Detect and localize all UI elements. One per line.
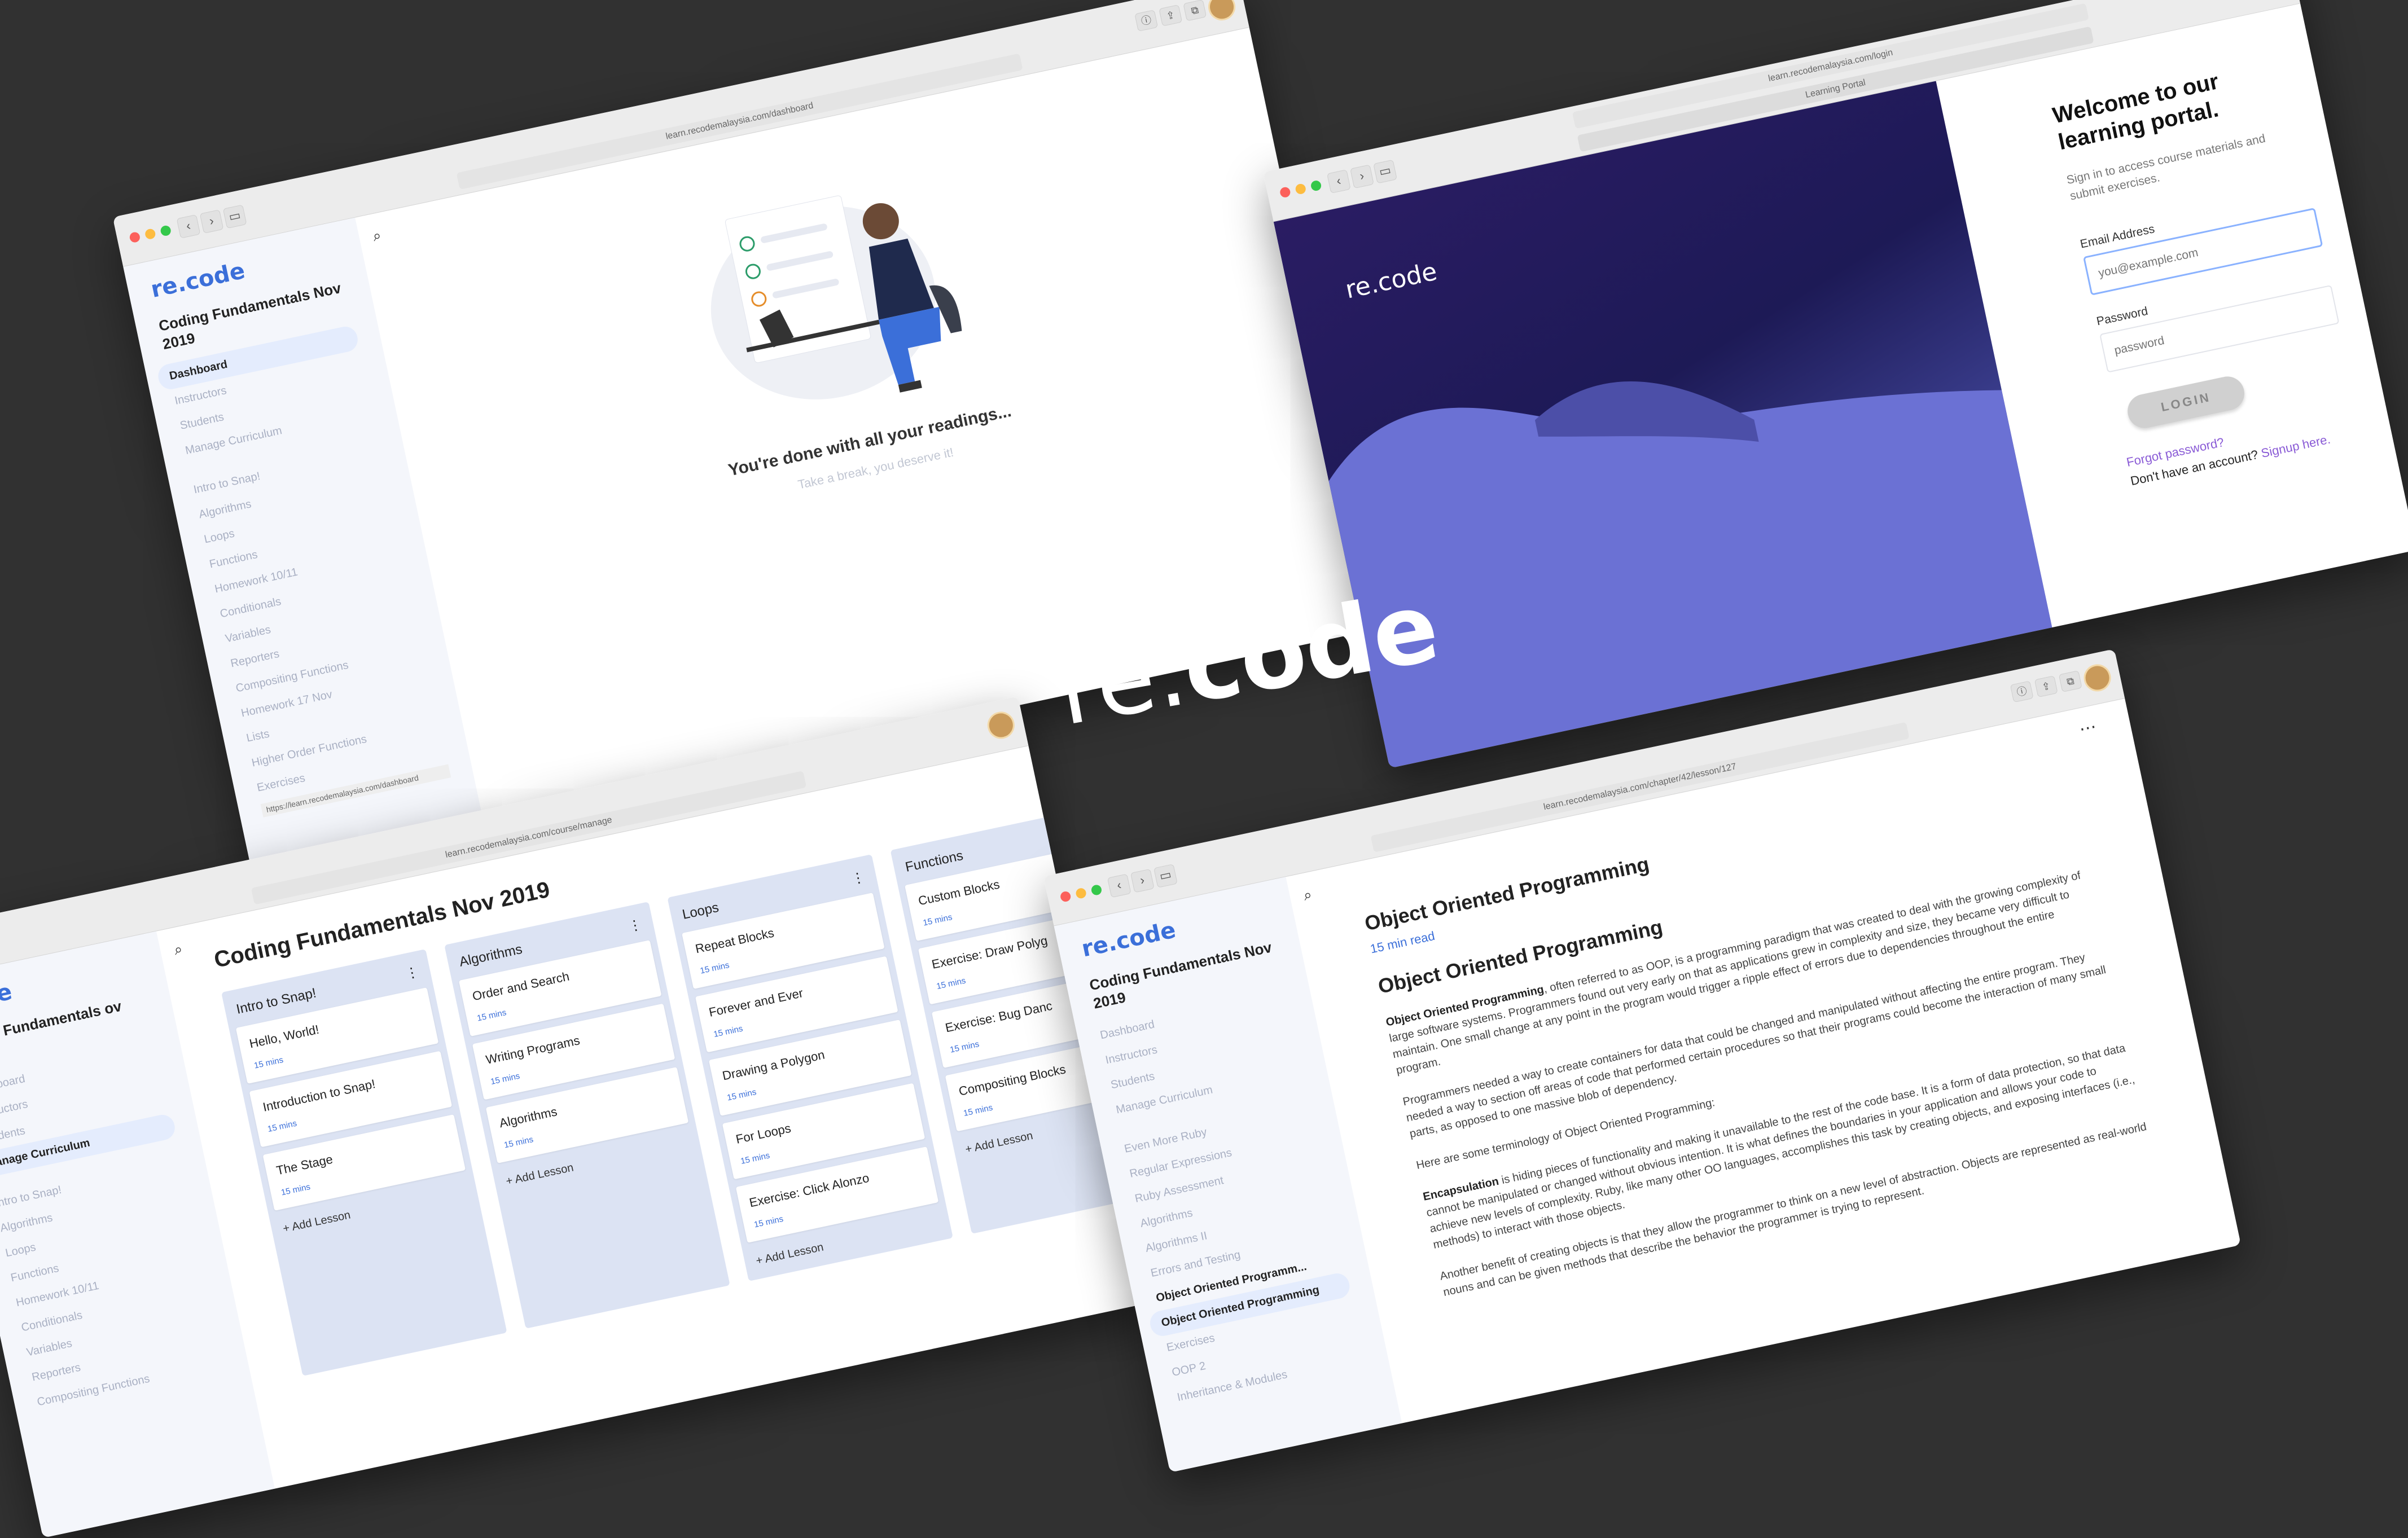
- share-icon[interactable]: ⇪: [1159, 5, 1183, 27]
- back-icon[interactable]: ‹: [1327, 169, 1351, 194]
- curriculum-board: Intro to Snap! ⋮ Hello, World! 15 mins Int…: [221, 807, 1147, 1376]
- login-panel: Welcome to our learning portal. Sign in …: [2013, 3, 2408, 611]
- avatar[interactable]: [1205, 0, 1238, 23]
- minimize-dot[interactable]: [1295, 183, 1307, 195]
- lesson-window: ‹ › ▭ learn.recodemalaysia.com/chapter/42/…: [1043, 649, 2242, 1473]
- search-icon[interactable]: ⌕: [371, 226, 383, 245]
- search-icon[interactable]: ⌕: [1302, 886, 1314, 905]
- zoom-dot[interactable]: [1310, 179, 1322, 192]
- info-icon[interactable]: ⓘ: [1134, 10, 1159, 32]
- close-dot[interactable]: [1059, 890, 1072, 903]
- share-icon[interactable]: ⇪: [2034, 675, 2058, 698]
- more-icon[interactable]: ⋯: [2077, 717, 2098, 739]
- forward-icon[interactable]: ›: [1130, 868, 1155, 893]
- brand-prefix: re.: [1050, 615, 1194, 748]
- sidebar-toggle-icon[interactable]: ▭: [1373, 159, 1397, 184]
- search-icon[interactable]: ⌕: [173, 940, 185, 959]
- forward-icon[interactable]: ›: [199, 209, 224, 234]
- login-button[interactable]: LOGIN: [2124, 373, 2248, 431]
- window-controls[interactable]: [1059, 884, 1103, 903]
- minimize-dot[interactable]: [1074, 887, 1087, 899]
- forward-icon[interactable]: ›: [1350, 164, 1374, 189]
- sidebar-toggle-icon[interactable]: ▭: [1153, 864, 1178, 888]
- more-icon[interactable]: ⋮: [850, 869, 867, 887]
- more-icon[interactable]: ⋮: [627, 916, 644, 935]
- zoom-dot[interactable]: [1090, 884, 1103, 897]
- manage-window: learn.recodemalaysia.com/course/manage c…: [0, 696, 1147, 1538]
- column-title: Loops: [681, 899, 721, 922]
- tabs-icon[interactable]: ⧉: [1183, 0, 1207, 21]
- tabs-icon[interactable]: ⧉: [2058, 670, 2082, 692]
- lesson-content: Object Oriented Programming 15 min read …: [1363, 762, 2155, 1316]
- avatar[interactable]: [2081, 662, 2114, 694]
- back-icon[interactable]: ‹: [176, 214, 201, 239]
- zoom-dot[interactable]: [159, 225, 172, 237]
- close-dot[interactable]: [129, 231, 141, 244]
- window-controls[interactable]: [129, 225, 172, 244]
- minimize-dot[interactable]: [144, 228, 156, 240]
- more-icon[interactable]: ⋮: [404, 964, 421, 982]
- column-title: Algorithms: [458, 941, 524, 970]
- back-icon[interactable]: ‹: [1107, 873, 1131, 898]
- person-at-desk-illustration: [710, 195, 962, 399]
- window-controls[interactable]: [1279, 179, 1322, 199]
- dashboard-window: ‹ › ▭ learn.recodemalaysia.com/dashboard ⓘ…: [112, 0, 1378, 869]
- sidebar-toggle-icon[interactable]: ▭: [222, 204, 247, 229]
- close-dot[interactable]: [1279, 186, 1291, 199]
- column-title: Functions: [903, 847, 965, 875]
- avatar[interactable]: [985, 709, 1017, 741]
- info-icon[interactable]: ⓘ: [2010, 680, 2034, 703]
